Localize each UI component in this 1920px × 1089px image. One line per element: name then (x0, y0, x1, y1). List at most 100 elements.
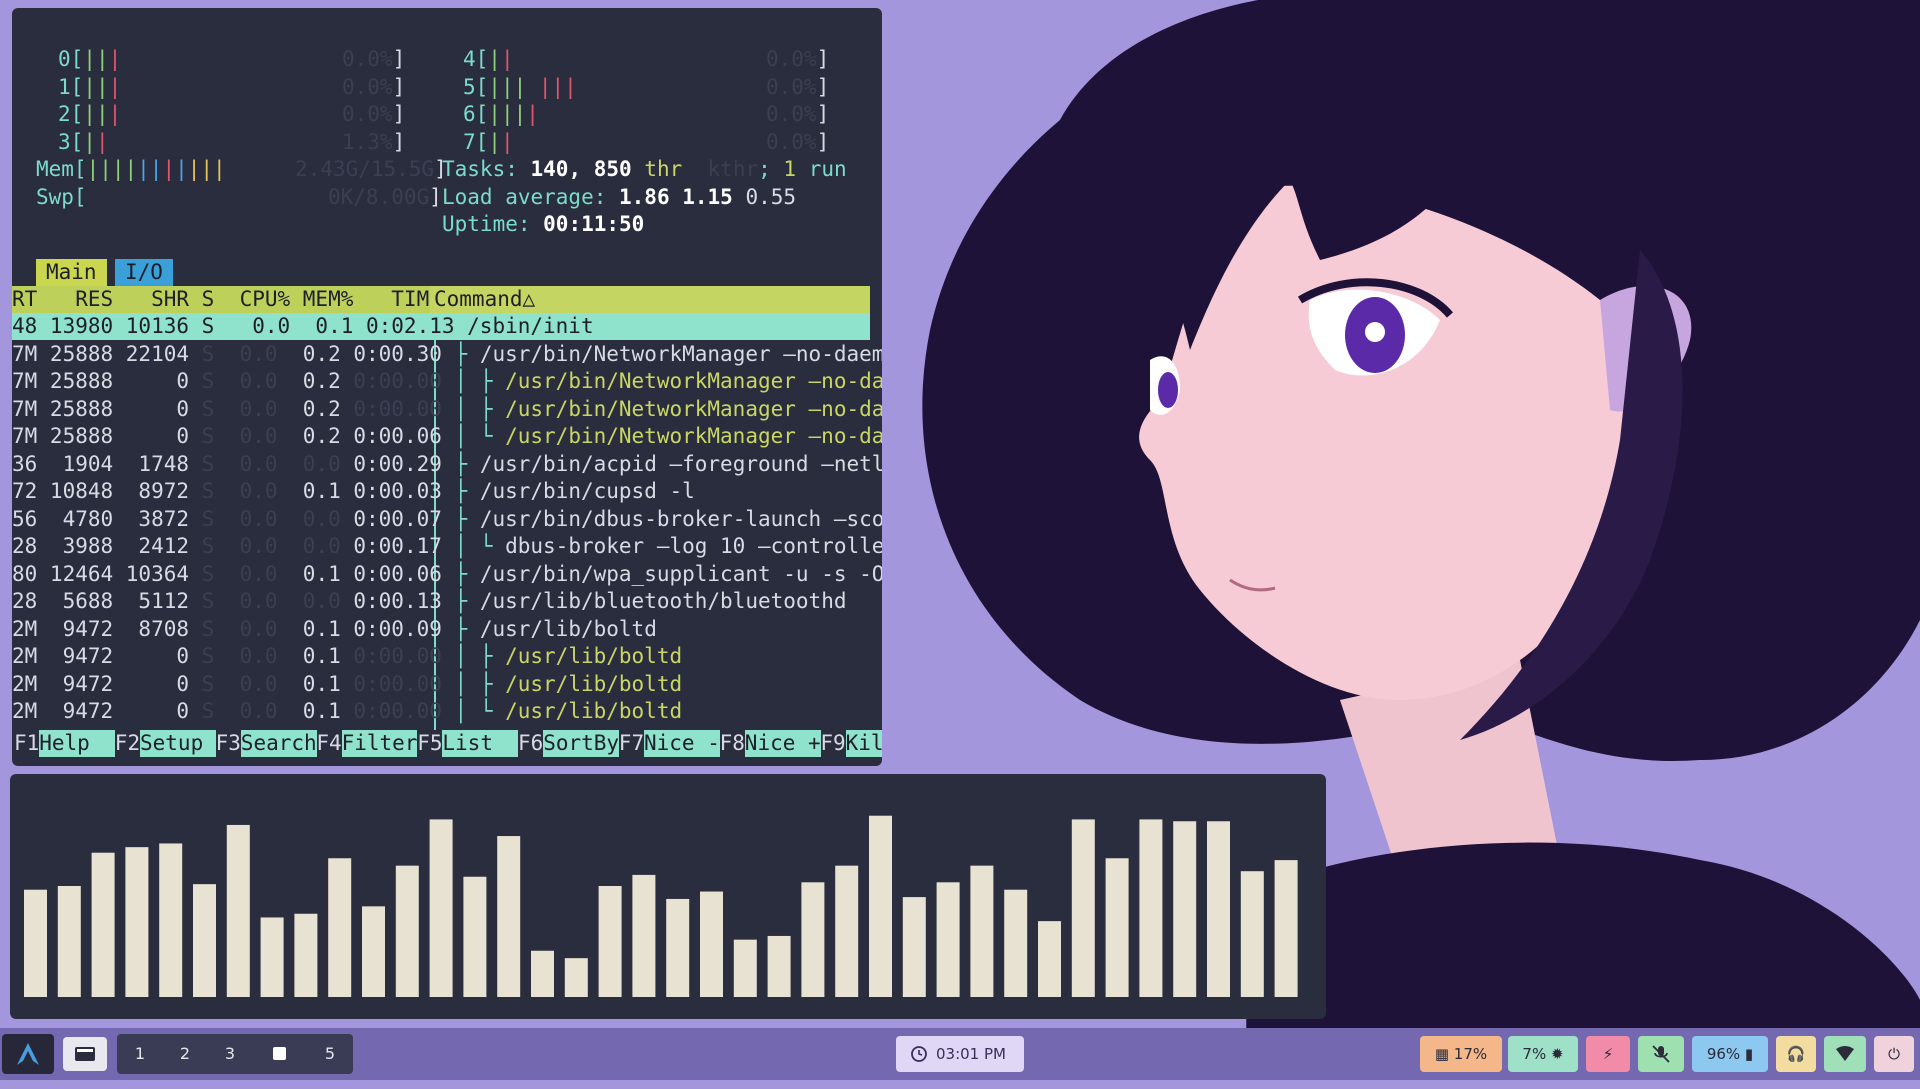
row-stats: 80 12464 10364 (12, 561, 202, 586)
visualizer-bar (1207, 821, 1230, 997)
row-tree: ├ (454, 479, 480, 503)
row-cpu: S 0.0 (201, 561, 278, 586)
table-row[interactable]: 7M 25888 0 S 0.0 0.2 0:00.06 │ └ /usr/bi… (12, 423, 882, 450)
table-row[interactable]: 28 3988 2412 S 0.0 0.0 0:00.17 │ └ dbus-… (12, 533, 882, 560)
cpu-pill[interactable]: 7% ✹ (1508, 1036, 1578, 1072)
power-pill[interactable]: ⏻ (1874, 1036, 1914, 1072)
wifi-pill[interactable] (1824, 1036, 1866, 1072)
visualizer-bar (429, 819, 453, 997)
fkey-number: F6 (518, 731, 544, 755)
cpu-meter-value: 0.0%] (766, 101, 829, 128)
uptime-line: Uptime: 00:11:50 (442, 211, 644, 238)
header-columns[interactable]: RT RES SHR S CPU% MEM% TIME+ (12, 286, 480, 313)
visualizer-bar (57, 886, 81, 997)
visualizer-bar (125, 847, 149, 997)
cpu-meter-label: 0[ (58, 47, 84, 71)
table-row[interactable]: 7M 25888 0 S 0.0 0.2 0:00.00 │ ├ /usr/bi… (12, 396, 882, 423)
table-row[interactable]: 36 1904 1748 S 0.0 0.0 0:00.29 ├ /usr/bi… (12, 451, 882, 478)
table-row[interactable]: 2M 9472 0 S 0.0 0.1 0:00.00 │ ├ /usr/lib… (12, 643, 682, 670)
mic-pill[interactable] (1638, 1036, 1684, 1072)
cpu-meter-bracket: ] (816, 129, 830, 154)
table-row[interactable]: 48 13980 10136 S 0.0 0.1 0:02.13 /sbin/i… (12, 313, 594, 340)
row-tree: ├ (454, 451, 480, 476)
row-mem: 0.1 (277, 644, 341, 668)
row-stats: 28 5688 5112 (12, 589, 202, 613)
visualizer-bar (1038, 921, 1061, 997)
workspace-2[interactable]: 2 (170, 1034, 200, 1074)
cpu-meter-bar: ||| (526, 74, 577, 99)
table-row[interactable]: 56 4780 3872 S 0.0 0.0 0:00.07 ├ /usr/bi… (12, 506, 882, 533)
power-mode-pill[interactable]: ⚡ (1586, 1036, 1630, 1072)
battery-level: 96% (1706, 1045, 1741, 1063)
cpu-meter-bar: | (83, 129, 96, 154)
table-row[interactable]: 7M 25888 0 S 0.0 0.2 0:00.00 │ ├ /usr/bi… (12, 368, 882, 395)
cpu-meter-value: 0.0%] (766, 46, 829, 73)
visualizer-bar (801, 882, 825, 997)
row-mem: 0.1 (277, 479, 341, 503)
headphones-pill[interactable]: 🎧 (1776, 1036, 1816, 1072)
cpu-meter-label: 3[ (58, 129, 84, 154)
mem-meter: Mem[||||||||||| (36, 156, 226, 183)
row-stats: 2M 9472 8708 (12, 616, 202, 641)
row-mem: 0.1 (277, 561, 341, 586)
visualizer-bar (1071, 819, 1095, 997)
clock-widget[interactable]: 03:01 PM (896, 1036, 1024, 1072)
audio-visualizer-window (10, 774, 1326, 1019)
table-row[interactable]: 7M 25888 22104 S 0.0 0.2 0:00.30 ├ /usr/… (12, 341, 882, 368)
fkey-sortby-button[interactable]: SortBy (543, 730, 620, 757)
fkey-nice-button[interactable]: Nice - (644, 730, 720, 757)
row-time: 0:00.00 (340, 644, 455, 668)
table-row[interactable]: 2M 9472 0 S 0.0 0.1 0:00.00 │ └ /usr/lib… (12, 698, 682, 725)
workspace-5[interactable]: 5 (315, 1034, 345, 1074)
cpu-meter-3: 3[|| (58, 129, 109, 156)
row-command: /sbin/init (467, 314, 594, 338)
htop-terminal-window[interactable]: 0[||| 0.0%] 1[||| 0.0%] 2[||| 0.0%] 3[|| 1.3%] 4… (12, 8, 882, 766)
fkey-nice-button[interactable]: Nice + (744, 730, 821, 757)
visualizer-bar (395, 865, 419, 997)
cpu-meter-bar: | (500, 129, 514, 154)
workspace-1[interactable]: 1 (125, 1034, 155, 1074)
workspace-switcher[interactable]: 1 2 3 5 (117, 1034, 353, 1074)
fkey-number: F7 (618, 731, 645, 755)
cpu-meter-bracket: ] (392, 47, 406, 71)
tab-main[interactable]: Main (36, 259, 107, 286)
process-table-header[interactable]: RT RES SHR S CPU% MEM% TIME+ Command△ (12, 286, 870, 313)
row-time: 0:00.00 (340, 699, 455, 723)
row-stats: 2M 9472 0 (12, 671, 202, 696)
row-stats: 7M 25888 0 (12, 424, 202, 448)
row-tree: ├ (454, 341, 480, 366)
fkey-help-button[interactable]: Help (39, 730, 116, 757)
fkey-setup-button[interactable]: Setup (140, 730, 216, 757)
table-row[interactable]: 2M 9472 0 S 0.0 0.1 0:00.00 │ ├ /usr/lib… (12, 671, 682, 698)
function-key-bar[interactable]: F1 Help F2 Setup F3 Search F4 Filter F5 List F6… (12, 730, 882, 757)
fkey-search-button[interactable]: Search (240, 730, 317, 757)
fkey-kill-button[interactable]: Kill (845, 730, 882, 757)
fkey-number: F8 (719, 731, 745, 755)
workspace-4-active[interactable] (265, 1034, 295, 1074)
visualizer-bar (294, 913, 318, 997)
arch-launcher-button[interactable] (2, 1034, 54, 1074)
fkey-filter-button[interactable]: Filter (341, 730, 418, 757)
fkey-list-button[interactable]: List (442, 730, 519, 757)
mic-muted-icon (1652, 1045, 1670, 1063)
battery-pill[interactable]: 96% ▮ (1692, 1036, 1768, 1072)
row-tree: │ └ (454, 424, 506, 448)
table-row[interactable]: 80 12464 10364 S 0.0 0.1 0:00.06 ├ /usr/… (12, 561, 882, 588)
cpu-percent: 0.0% (766, 74, 817, 99)
memory-pill[interactable]: ▦ 17% (1420, 1036, 1502, 1072)
row-command: /usr/bin/NetworkManager —no-daem (505, 424, 882, 448)
cpu-meter-bar: ||| (488, 102, 527, 126)
visualizer-bar (91, 852, 115, 997)
row-time: 0:00.29 (340, 451, 455, 476)
table-row[interactable]: 2M 9472 8708 S 0.0 0.1 0:00.09 ├ /usr/li… (12, 616, 657, 643)
terminal-app-button[interactable] (63, 1037, 107, 1071)
cpu-percent: 0.0% (766, 129, 817, 154)
row-time: 0:00.03 (340, 479, 455, 503)
row-stats: 28 3988 2412 (12, 534, 202, 558)
tab-io[interactable]: I/O (115, 259, 173, 286)
table-row[interactable]: 72 10848 8972 S 0.0 0.1 0:00.03 ├ /usr/b… (12, 478, 695, 505)
header-command-column[interactable]: Command△ (434, 286, 535, 313)
table-row[interactable]: 28 5688 5112 S 0.0 0.0 0:00.13 ├ /usr/li… (12, 588, 846, 615)
workspace-3[interactable]: 3 (215, 1034, 245, 1074)
taskbar: 1 2 3 5 03:01 PM ▦ 17% 7% ✹ ⚡ 96% ▮ 🎧 ⏻ (0, 1028, 1920, 1080)
